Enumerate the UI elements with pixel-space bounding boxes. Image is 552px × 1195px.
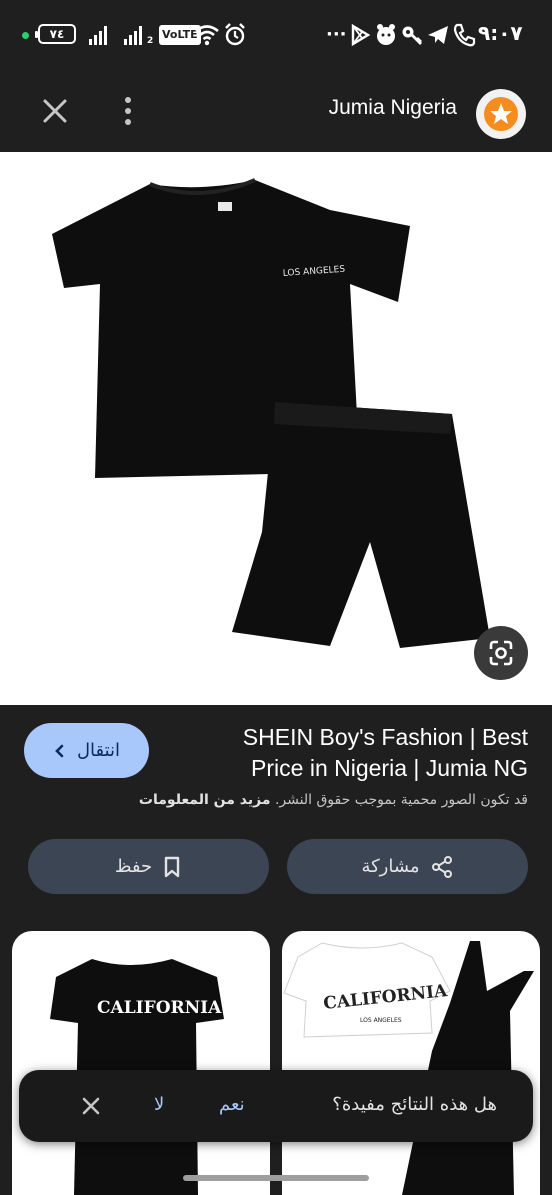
more-info-link[interactable]: مزيد من المعلومات: [139, 792, 271, 808]
visit-label: انتقال: [76, 740, 121, 761]
signal-icon: [89, 25, 107, 45]
california-print-text: CALIFORNIA: [97, 998, 222, 1018]
sim-number: 2: [147, 36, 154, 46]
top-app-bar: Jumia Nigeria: [0, 72, 552, 152]
california-tshirt-image: CALIFORNIA: [50, 959, 224, 1195]
phone-icon: [453, 23, 476, 47]
share-icon: [431, 855, 452, 878]
close-icon[interactable]: [38, 94, 72, 128]
wifi-icon: [195, 25, 219, 46]
feedback-question: هل هذه النتائج مفيدة؟: [332, 1094, 497, 1115]
related-image-card[interactable]: CALIFORNIA LOS ANGELES: [282, 931, 540, 1195]
share-button[interactable]: مشاركة: [287, 839, 528, 894]
google-lens-button[interactable]: [474, 626, 528, 680]
feedback-yes-button[interactable]: نعم: [219, 1094, 245, 1115]
more-notifications-icon: ···: [326, 24, 347, 45]
notification-dot: [22, 32, 29, 39]
vpn-key-icon: [402, 26, 422, 45]
related-image-card[interactable]: CALIFORNIA: [12, 931, 270, 1195]
site-favicon[interactable]: [476, 89, 526, 139]
alarm-icon: [225, 23, 245, 46]
copyright-notice: قد تكون الصور محمية بموجب حقوق النشر. مز…: [18, 792, 528, 808]
signal-icon-2: [124, 25, 142, 45]
product-image[interactable]: LOS ANGELES: [0, 152, 552, 705]
status-bar: ٧٤ 2 VoLTE ··· ٩:٠٧: [0, 0, 552, 72]
play-store-icon: [351, 23, 371, 47]
battery-icon: ٧٤: [35, 24, 76, 44]
source-site-title[interactable]: Jumia Nigeria: [329, 96, 457, 120]
feedback-no-button[interactable]: لا: [154, 1094, 164, 1115]
telegram-icon: [428, 26, 448, 44]
feedback-snackbar: لا نعم هل هذه النتائج مفيدة؟: [19, 1070, 533, 1142]
copyright-text: قد تكون الصور محمية بموجب حقوق النشر.: [274, 792, 528, 808]
jumia-logo: [484, 97, 518, 131]
bookmark-icon: [164, 856, 180, 877]
california-crop-top-set-image: CALIFORNIA LOS ANGELES: [283, 941, 534, 1195]
save-label: حفظ: [114, 856, 153, 877]
gesture-navigation-bar[interactable]: [183, 1175, 369, 1181]
more-options-icon[interactable]: [113, 94, 143, 128]
lens-icon: [489, 640, 513, 666]
app-notification-icon: [377, 24, 395, 45]
clock: ٩:٠٧: [478, 21, 523, 45]
crop-top-sub-text: LOS ANGELES: [360, 1017, 402, 1024]
visit-button[interactable]: انتقال: [24, 723, 149, 778]
share-label: مشاركة: [361, 856, 420, 877]
star-icon: [490, 103, 512, 124]
tshirt-shorts-set-image: LOS ANGELES: [40, 152, 510, 705]
chevron-left-icon: [55, 744, 64, 757]
save-button[interactable]: حفظ: [28, 839, 269, 894]
result-title[interactable]: SHEIN Boy's Fashion | Best Price in Nige…: [198, 722, 528, 784]
dismiss-icon[interactable]: [79, 1094, 103, 1118]
